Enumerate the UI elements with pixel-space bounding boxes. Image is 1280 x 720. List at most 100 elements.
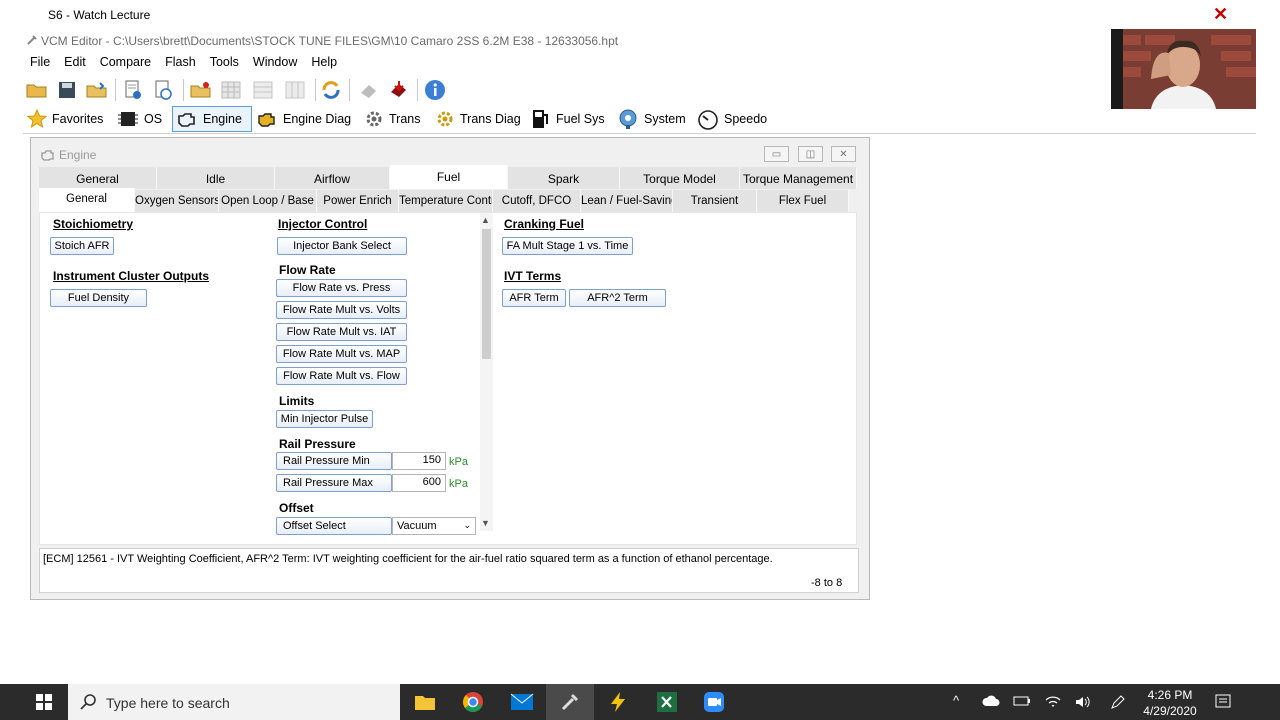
fa-mult-stage1-button[interactable]: FA Mult Stage 1 vs. Time <box>502 237 633 255</box>
document-clock-icon[interactable] <box>151 78 175 102</box>
menu-help[interactable]: Help <box>304 52 344 69</box>
menu-file[interactable]: File <box>23 52 57 69</box>
scroll-thumb[interactable] <box>482 229 491 359</box>
minimize-icon[interactable]: ▭ <box>764 146 789 162</box>
trans-button[interactable]: Trans <box>364 106 424 132</box>
maximize-icon[interactable]: ◫ <box>798 146 823 162</box>
afr-term-button[interactable]: AFR Term <box>502 289 566 307</box>
windows-start-icon[interactable] <box>36 694 52 710</box>
injector-bank-select-button[interactable]: Injector Bank Select <box>277 237 407 255</box>
tab-airflow[interactable]: Airflow <box>275 167 390 189</box>
tab-general[interactable]: General <box>39 167 157 189</box>
search-placeholder: Type here to search <box>106 695 230 711</box>
tab-spark[interactable]: Spark <box>508 167 620 189</box>
save-icon[interactable] <box>55 78 79 102</box>
menu-bar: File Edit Compare Flash Tools Window Help <box>23 52 1256 74</box>
zoom-icon[interactable] <box>703 691 725 713</box>
mail-app-icon[interactable] <box>510 691 534 713</box>
close-icon[interactable]: ✕ <box>1213 4 1228 25</box>
menu-flash[interactable]: Flash <box>158 52 203 69</box>
outer-window-title: S6 - Watch Lecture <box>48 8 151 22</box>
chrome-icon[interactable] <box>462 691 484 713</box>
vcm-editor-taskbar-item[interactable] <box>546 684 594 720</box>
chevron-up-icon[interactable]: ^ <box>953 693 959 708</box>
offset-select-dropdown[interactable]: Vacuum ⌄ <box>392 517 476 535</box>
flash-write-icon[interactable] <box>387 78 411 102</box>
flow-rate-vs-press-button[interactable]: Flow Rate vs. Press <box>276 279 407 297</box>
tray-clock[interactable]: 4:26 PM 4/29/2020 <box>1140 687 1200 719</box>
fuel-density-button[interactable]: Fuel Density <box>50 289 147 307</box>
document-info-icon[interactable] <box>121 78 145 102</box>
flow-rate-mult-vs-iat-button[interactable]: Flow Rate Mult vs. IAT <box>276 323 407 341</box>
engine-window: Engine ▭ ◫ ✕ General Idle Airflow Fuel S… <box>30 137 870 600</box>
flow-rate-mult-vs-flow-button[interactable]: Flow Rate Mult vs. Flow <box>276 367 407 385</box>
flow-rate-mult-vs-map-button[interactable]: Flow Rate Mult vs. MAP <box>276 345 407 363</box>
rail-pressure-max-button[interactable]: Rail Pressure Max <box>276 474 392 492</box>
engine-button[interactable]: Engine <box>172 106 252 132</box>
folder-up-icon[interactable] <box>85 78 109 102</box>
flow-rate-mult-vs-volts-button[interactable]: Flow Rate Mult vs. Volts <box>276 301 407 319</box>
favorites-button[interactable]: Favorites <box>27 106 119 132</box>
ivt-terms-header: IVT Terms <box>504 269 562 283</box>
tab-torque-management[interactable]: Torque Management <box>740 167 857 189</box>
engine-icon <box>41 150 54 161</box>
excel-icon[interactable] <box>656 691 678 713</box>
system-icon <box>619 109 637 129</box>
folder-star-icon[interactable] <box>189 78 213 102</box>
subtab-transient[interactable]: Transient <box>673 190 757 212</box>
menu-edit[interactable]: Edit <box>57 52 93 69</box>
instrument-cluster-header: Instrument Cluster Outputs <box>53 269 210 283</box>
subtab-oxygen-sensors[interactable]: Oxygen Sensors <box>135 190 219 212</box>
file-explorer-icon[interactable] <box>414 692 436 712</box>
toolbar-separator <box>315 79 316 101</box>
stoich-afr-button[interactable]: Stoich AFR <box>50 237 114 255</box>
engine-diag-button[interactable]: Engine Diag <box>256 106 356 132</box>
menu-compare[interactable]: Compare <box>93 52 158 69</box>
refresh-icon[interactable] <box>319 78 343 102</box>
tab-idle[interactable]: Idle <box>157 167 275 189</box>
close-icon[interactable]: ✕ <box>831 146 856 162</box>
cloud-icon[interactable] <box>982 695 1000 707</box>
afr-squared-term-button[interactable]: AFR^2 Term <box>569 289 666 307</box>
system-button[interactable]: System <box>617 106 689 132</box>
volume-icon[interactable] <box>1074 694 1092 710</box>
fuel-sys-button[interactable]: Fuel Sys <box>531 106 609 132</box>
menu-window[interactable]: Window <box>246 52 304 69</box>
subtab-general[interactable]: General <box>39 188 135 212</box>
subtab-power-enrich[interactable]: Power Enrich <box>317 190 399 212</box>
subtab-flex-fuel[interactable]: Flex Fuel <box>757 190 849 212</box>
offset-header: Offset <box>279 501 314 515</box>
rail-pressure-max-value[interactable]: 600 <box>392 474 446 492</box>
open-folder-icon[interactable] <box>25 78 49 102</box>
category-tabs: General Idle Airflow Fuel Spark Torque M… <box>39 165 857 189</box>
subtab-cutoff-dfco[interactable]: Cutoff, DFCO <box>493 190 581 212</box>
rail-pressure-min-value[interactable]: 150 <box>392 452 446 470</box>
pen-icon[interactable] <box>1110 694 1126 710</box>
middle-scrollbar[interactable]: ▲ ▼ <box>480 213 493 531</box>
subtab-temperature-control[interactable]: Temperature Contr <box>399 190 493 212</box>
battery-icon[interactable] <box>1013 695 1031 707</box>
wrench-icon <box>27 35 37 45</box>
offset-select-button[interactable]: Offset Select <box>276 517 392 535</box>
trans-diag-button[interactable]: Trans Diag <box>435 106 531 132</box>
tab-fuel[interactable]: Fuel <box>390 165 508 189</box>
taskbar-search[interactable]: Type here to search <box>68 684 400 720</box>
clock-time: 4:26 PM <box>1147 688 1193 702</box>
speedo-button[interactable]: Speedo <box>697 106 769 132</box>
scroll-down-icon[interactable]: ▼ <box>481 518 490 528</box>
min-injector-pulse-button[interactable]: Min Injector Pulse <box>276 410 373 428</box>
scroll-up-icon[interactable]: ▲ <box>481 215 490 225</box>
info-icon[interactable] <box>423 78 447 102</box>
rail-pressure-min-unit: kPa <box>449 456 468 468</box>
notification-icon[interactable] <box>1215 694 1231 710</box>
chip-icon <box>118 112 138 126</box>
os-button[interactable]: OS <box>117 106 165 132</box>
subtab-lean-fuel-saving[interactable]: Lean / Fuel-Saving <box>581 190 673 212</box>
rail-pressure-min-button[interactable]: Rail Pressure Min <box>276 452 392 470</box>
tab-torque-model[interactable]: Torque Model <box>620 167 740 189</box>
wifi-icon[interactable] <box>1044 694 1062 710</box>
menu-tools[interactable]: Tools <box>203 52 246 69</box>
subtab-open-loop-base[interactable]: Open Loop / Base <box>219 190 317 212</box>
lightning-icon[interactable] <box>608 691 628 713</box>
engine-diag-icon <box>258 113 275 127</box>
